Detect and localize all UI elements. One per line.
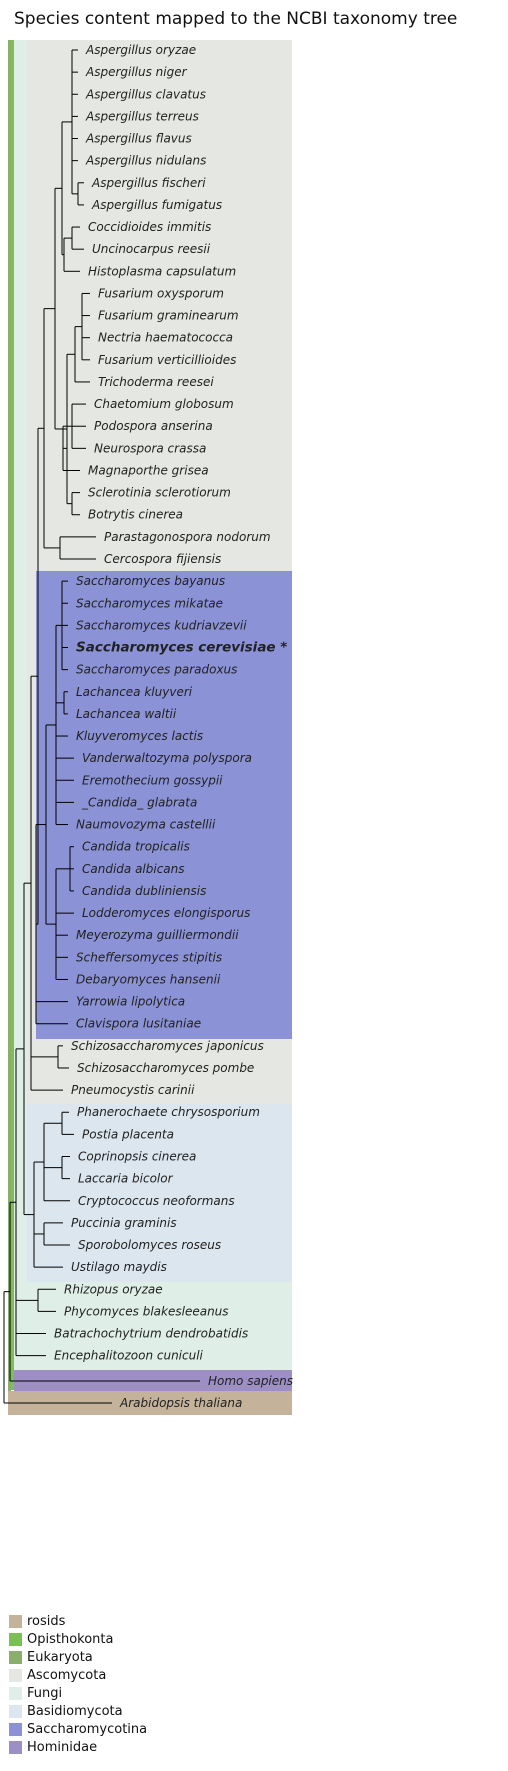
legend-item: Eukaryota — [9, 1648, 147, 1666]
legend-label: Ascomycota — [27, 1667, 107, 1683]
species-label: Parastagonospora nodorum — [104, 530, 271, 544]
species-label: Saccharomyces paradoxus — [76, 663, 237, 677]
legend-swatch — [9, 1686, 22, 1700]
species-label: Uncinocarpus reesii — [92, 242, 211, 256]
species-label: Aspergillus nidulans — [85, 154, 206, 168]
legend-swatch — [9, 1632, 22, 1646]
species-label: Lodderomyces elongisporus — [82, 906, 250, 920]
species-label: Aspergillus terreus — [85, 109, 199, 123]
legend: rosids Opisthokonta Eukaryota Ascomycota Fun… — [9, 1612, 147, 1756]
species-label: Phanerochaete chrysosporium — [77, 1105, 260, 1119]
species-label: Nectria haematococca — [98, 331, 233, 345]
species-label: Saccharomyces kudriavzevii — [76, 618, 247, 632]
species-label: Chaetomium globosum — [94, 397, 234, 411]
species-label: Vanderwaltozyma polyspora — [82, 751, 252, 765]
species-label: Aspergillus oryzae — [85, 43, 196, 57]
species-label: Postia placenta — [82, 1127, 174, 1141]
legend-item: Ascomycota — [9, 1666, 147, 1684]
species-label: Coprinopsis cinerea — [78, 1150, 196, 1164]
legend-item: Opisthokonta — [9, 1630, 147, 1648]
legend-label: Saccharomycotina — [27, 1721, 148, 1737]
species-label: Saccharomyces bayanus — [76, 574, 225, 588]
species-label: Sporobolomyces roseus — [78, 1238, 221, 1252]
species-label: Aspergillus fischeri — [91, 176, 206, 190]
species-label: Candida tropicalis — [82, 840, 190, 854]
species-label: Ustilago maydis — [71, 1260, 167, 1274]
species-label: Fusarium oxysporum — [98, 286, 224, 300]
species-label: Candida albicans — [82, 862, 185, 876]
species-label: _Candida_ glabrata — [81, 795, 197, 809]
legend-swatch — [9, 1704, 22, 1718]
species-label: Sclerotinia sclerotiorum — [88, 486, 231, 500]
legend-label: Basidiomycota — [27, 1703, 123, 1719]
species-label: Schizosaccharomyces pombe — [77, 1061, 254, 1075]
species-label: Aspergillus flavus — [85, 132, 192, 146]
taxonomy-tree: Aspergillus oryzae Aspergillus niger Asper… — [3, 40, 293, 1415]
species-label: Cercospora fijiensis — [104, 552, 221, 566]
species-label: Coccidioides immitis — [88, 220, 211, 234]
species-label: Naumovozyma castellii — [76, 818, 216, 832]
species-label: Yarrowia lipolytica — [76, 995, 185, 1009]
species-label: Fusarium verticillioides — [98, 353, 236, 367]
legend-item: Saccharomycotina — [9, 1720, 147, 1738]
species-label: Rhizopus oryzae — [64, 1282, 163, 1296]
species-label: Aspergillus fumigatus — [91, 198, 222, 212]
species-label: Trichoderma reesei — [98, 375, 214, 389]
species-label: Kluyveromyces lactis — [76, 729, 203, 743]
species-label: Podospora anserina — [94, 419, 213, 433]
species-label: Eremothecium gossypii — [82, 773, 223, 787]
species-label: Histoplasma capsulatum — [88, 264, 236, 278]
species-label: Meyerozyma guilliermondii — [76, 928, 239, 942]
legend-label: Opisthokonta — [27, 1631, 114, 1647]
species-label: Schizosaccharomyces japonicus — [71, 1039, 264, 1053]
species-label: Phycomyces blakesleeanus — [64, 1304, 229, 1318]
legend-swatch — [9, 1668, 22, 1682]
species-label: Clavispora lusitaniae — [76, 1017, 201, 1031]
clade-band-opisthokonta — [11, 40, 14, 1390]
legend-swatch — [9, 1722, 22, 1736]
legend-label: Eukaryota — [27, 1649, 93, 1665]
species-label: Arabidopsis thaliana — [119, 1396, 242, 1410]
species-label: Pneumocystis carinii — [71, 1083, 195, 1097]
legend-item: rosids — [9, 1612, 147, 1630]
species-label: Magnaporthe grisea — [88, 463, 209, 477]
legend-swatch — [9, 1650, 22, 1664]
legend-item: Basidiomycota — [9, 1702, 147, 1720]
legend-item: Fungi — [9, 1684, 147, 1702]
species-label: Batrachochytrium dendrobatidis — [54, 1327, 248, 1341]
taxonomy-figure: Species content mapped to the NCBI taxon… — [0, 0, 508, 1771]
species-label: Neurospora crassa — [94, 441, 206, 455]
legend-item: Hominidae — [9, 1738, 147, 1756]
species-label: Candida dubliniensis — [82, 884, 206, 898]
legend-label: Hominidae — [27, 1739, 98, 1755]
species-label: Laccaria bicolor — [78, 1172, 174, 1186]
species-label: Lachancea kluyveri — [76, 685, 193, 699]
species-label: Saccharomyces cerevisiae * — [76, 640, 287, 656]
species-label: Scheffersomyces stipitis — [76, 950, 222, 964]
species-label: Saccharomyces mikatae — [76, 596, 223, 610]
species-label: Aspergillus niger — [85, 65, 188, 79]
species-label: Encephalitozoon cuniculi — [54, 1349, 204, 1363]
species-label: Debaryomyces hansenii — [76, 972, 221, 986]
species-label: Fusarium graminearum — [98, 309, 239, 323]
legend-swatch — [9, 1614, 22, 1628]
species-label: Homo sapiens — [208, 1374, 293, 1388]
legend-label: Fungi — [27, 1685, 63, 1701]
species-label: Botrytis cinerea — [88, 508, 183, 522]
legend-swatch — [9, 1740, 22, 1754]
species-label: Aspergillus clavatus — [85, 87, 206, 101]
legend-label: rosids — [27, 1613, 66, 1629]
species-label: Puccinia graminis — [71, 1216, 177, 1230]
species-label: Cryptococcus neoformans — [78, 1194, 235, 1208]
species-label: Lachancea waltii — [76, 707, 177, 721]
